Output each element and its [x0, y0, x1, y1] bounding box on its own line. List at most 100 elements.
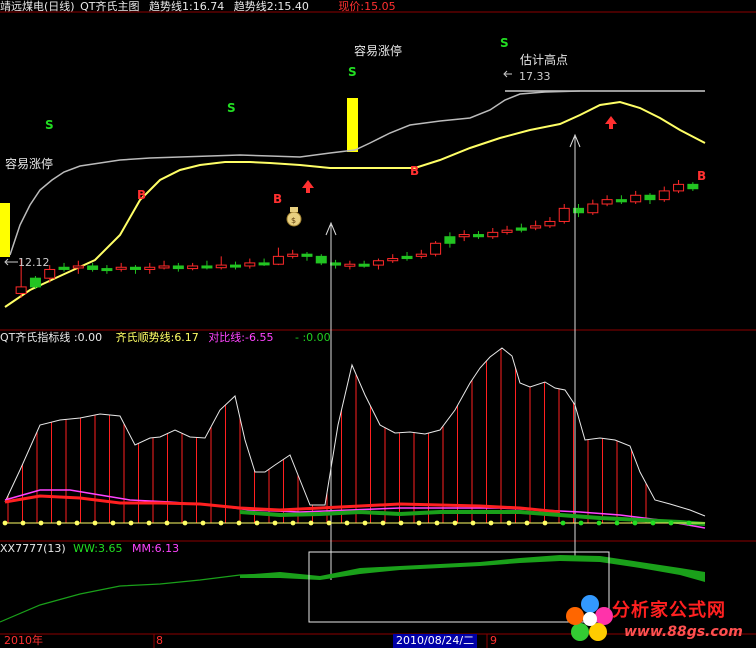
- candle-body: [172, 265, 184, 270]
- price-label: 现价:: [338, 0, 365, 13]
- sub1-dot: [290, 520, 296, 526]
- sub1-dot: [146, 520, 152, 526]
- candle-body: [258, 262, 270, 266]
- candle-body: [187, 265, 199, 270]
- trend2-label: 趋势线2:: [233, 0, 278, 13]
- sub1-dot: [614, 520, 620, 526]
- candle-body: [687, 183, 699, 190]
- sub1-shun-label: 齐氏顺势线:: [115, 331, 175, 344]
- sub1-dot: [92, 520, 98, 526]
- axis-mark-2: 9: [490, 634, 497, 647]
- sub2-ww-value: 3.65: [97, 542, 123, 555]
- candle-body: [230, 264, 242, 268]
- candle-body: [515, 227, 527, 231]
- sub2-name: XX7777(13): [0, 542, 66, 555]
- candle-body: [101, 268, 113, 272]
- candle-body: [415, 253, 427, 257]
- sub2-mm-band: [240, 555, 705, 582]
- candle-body: [673, 183, 685, 192]
- sub1-dot: [596, 520, 602, 526]
- candle-body: [558, 207, 570, 222]
- axis-cursor-date[interactable]: 2010/08/24/二: [393, 634, 478, 648]
- limit-up-bar-mid: [347, 98, 358, 152]
- watermark-logo: 分析家公式网 www.88gs.com: [560, 588, 756, 648]
- sub1-dot: [20, 520, 26, 526]
- buy-arrow-1: [302, 180, 314, 193]
- main-header: 靖远煤电(日线) QT齐氏主图 趋势线1:16.74 趋势线2:15.40 现价…: [0, 0, 396, 14]
- sub1-name: QT齐氏指标线: [0, 331, 71, 344]
- candle-body: [501, 229, 513, 233]
- watermark-title: 分析家公式网: [612, 600, 726, 621]
- candle-body: [244, 262, 256, 267]
- sub1-dot: [506, 520, 512, 526]
- axis-mark-1: 8: [156, 634, 163, 647]
- sub1-histogram: [7, 348, 647, 523]
- candle-body: [215, 264, 227, 269]
- candle-body: [430, 242, 442, 255]
- sub1-dot: [470, 520, 476, 526]
- candle-body: [472, 234, 484, 238]
- sub1-dot: [452, 520, 458, 526]
- indicator-name: QT齐氏主图: [80, 0, 140, 13]
- candle-body: [458, 234, 470, 238]
- candle-body: [144, 266, 156, 270]
- candle-body: [444, 236, 456, 244]
- limit-up-label-mid: 容易涨停: [354, 44, 403, 58]
- candle-body: [330, 262, 342, 266]
- sub1-dot: [416, 520, 422, 526]
- trend1-label: 趋势线1:: [148, 0, 193, 13]
- watermark-url: www.88gs.com: [624, 624, 743, 640]
- candle-body: [544, 220, 556, 227]
- sub1-dot: [488, 520, 494, 526]
- candle-body: [87, 265, 99, 270]
- sub1-red-thick-line: [4, 494, 561, 514]
- buy-signal-4: B: [697, 169, 707, 183]
- candle-body: [272, 255, 284, 265]
- sub1-dot: [686, 520, 692, 526]
- sub1-dot: [218, 520, 224, 526]
- candle-body: [372, 260, 384, 266]
- sub1-dot: [398, 520, 404, 526]
- sub1-dot: [542, 520, 548, 526]
- candles: [15, 180, 699, 298]
- sub2-mm-label: MM:: [131, 542, 155, 555]
- candle-body: [158, 265, 170, 269]
- sub1-dot: [200, 520, 206, 526]
- candle-body: [401, 255, 413, 260]
- buy-signal-2: B: [273, 192, 283, 206]
- sub2-ww-label: WW:: [73, 542, 98, 555]
- candle-body: [115, 266, 127, 270]
- sub1-dot: [56, 520, 62, 526]
- sub1-dot: [632, 520, 638, 526]
- flower-icon: [566, 595, 613, 641]
- sub1-value: :0.00: [73, 331, 103, 344]
- sub1-extra: - :0.00: [295, 331, 331, 344]
- sub2-mm-value: 6.13: [154, 542, 180, 555]
- candle-body: [29, 277, 41, 288]
- candle-body: [315, 255, 327, 264]
- estimated-high-label: 估计高点: [520, 53, 569, 67]
- sub1-dot: [578, 520, 584, 526]
- sub1-dot: [164, 520, 170, 526]
- candle-body: [201, 265, 213, 269]
- candle-body: [387, 258, 399, 262]
- sub1-dot: [182, 520, 188, 526]
- candle-body: [487, 231, 499, 238]
- candle-body: [129, 266, 141, 270]
- sub1-dot: [272, 520, 278, 526]
- sub2-header: XX7777(13) WW:3.65 MM:6.13: [0, 542, 179, 556]
- sub1-dot: [524, 520, 530, 526]
- limit-up-bar-left: [0, 203, 10, 257]
- candle-body: [601, 199, 613, 205]
- sub1-dot: [74, 520, 80, 526]
- candle-body: [287, 253, 299, 257]
- sub1-dot: [434, 520, 440, 526]
- sub1-dot: [128, 520, 134, 526]
- candle-body: [344, 263, 356, 267]
- high-value-label: 17.33: [519, 70, 551, 83]
- sub1-shun-value: 6.17: [174, 331, 199, 344]
- sell-signal-4: S: [500, 36, 509, 50]
- svg-text:$: $: [291, 216, 296, 225]
- candle-body: [72, 265, 84, 269]
- sell-signal-3: S: [348, 65, 357, 79]
